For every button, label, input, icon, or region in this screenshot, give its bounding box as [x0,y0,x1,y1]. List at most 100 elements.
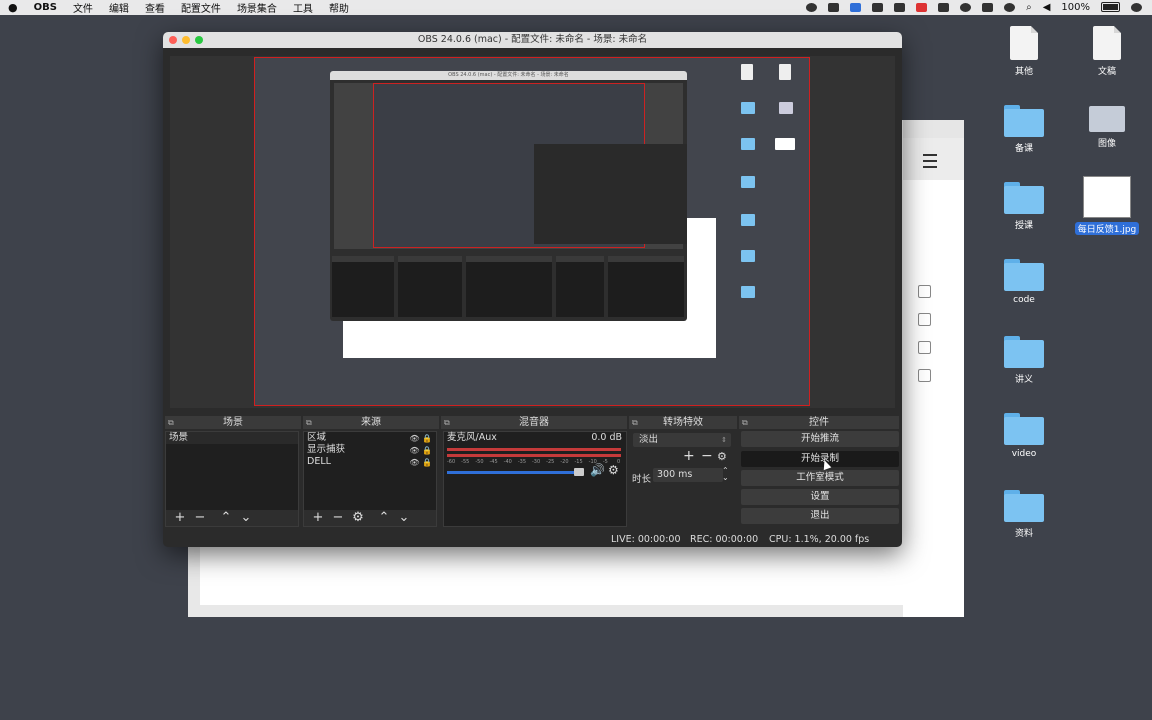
scene-item[interactable]: 场景 [166,432,298,444]
close-window-button[interactable] [169,36,177,44]
volume-slider-handle[interactable] [574,468,584,476]
status-icon-6[interactable] [916,2,928,13]
dock-undock-icon[interactable]: ⧉ [742,416,748,429]
status-icon-7[interactable] [938,2,950,13]
studio-mode-button[interactable]: 工作室模式 [741,470,899,486]
obs-titlebar[interactable]: OBS 24.0.6 (mac) - 配置文件: 未命名 - 场景: 未命名 [163,32,902,48]
transition-select[interactable]: 淡出 ⇕ [633,433,731,447]
open-external-icon[interactable] [918,341,931,354]
wifi-icon[interactable] [1004,2,1016,13]
plus-icon[interactable]: + [312,511,324,525]
menu-scene-collection[interactable]: 场景集合 [237,0,277,15]
downloads-folder-icon [1089,106,1125,132]
minus-icon[interactable]: − [701,448,713,464]
menu-profile[interactable]: 配置文件 [181,0,221,15]
dock-undock-icon[interactable]: ⧉ [306,416,312,429]
status-icon-9[interactable] [982,2,994,13]
minimize-window-button[interactable] [182,36,190,44]
status-icon-8[interactable] [960,2,972,13]
control-center-icon[interactable] [1131,2,1142,13]
open-external-icon[interactable] [918,369,931,382]
preview-canvas[interactable]: OBS 24.0.6 (mac) - 配置文件: 未命名 - 场景: 未命名 [254,57,810,406]
mixer-dock-header: ⧉ 混音器 [441,416,627,429]
mixer-channel-name: 麦克风/Aux [447,432,497,443]
speaker-icon[interactable]: 🔊 [590,463,605,477]
gear-icon[interactable]: ⚙ [608,463,619,477]
scenes-dock-header: ⧉ 场景 [165,416,301,429]
plus-icon[interactable]: + [174,511,186,525]
start-recording-button[interactable]: 开始录制 [741,451,899,467]
open-external-icon[interactable] [918,285,931,298]
dock-undock-icon[interactable]: ⧉ [444,416,450,429]
volume-icon[interactable]: ◀ [1043,2,1051,13]
mixer-panel: 麦克风/Aux 0.0 dB -60 -55 -50 -45 -40 -35 -30 -25-… [443,431,627,527]
exit-button[interactable]: 退出 [741,508,899,524]
status-icon-4[interactable] [872,2,884,13]
source-item[interactable]: DELL 👁 🔒 [304,456,436,468]
folder-icon [1004,413,1044,445]
background-window-header [903,138,964,180]
duration-input[interactable]: 300 ms [653,468,723,482]
status-icon-3[interactable] [850,2,862,13]
battery-icon[interactable] [1101,2,1120,13]
transitions-panel: 淡出 ⇕ + − ⚙ 时长 300 ms ⌃ ⌄ [629,431,733,525]
plus-icon[interactable]: + [683,448,695,464]
open-external-icon[interactable] [918,313,931,326]
preview-area[interactable]: OBS 24.0.6 (mac) - 配置文件: 未命名 - 场景: 未命名 [170,56,895,408]
chevron-down-icon[interactable]: ⌄ [240,511,252,525]
nested-titlebar: OBS 24.0.6 (mac) - 配置文件: 未命名 - 场景: 未命名 [330,71,687,80]
apple-menu-icon[interactable]: ● [8,1,18,14]
desktop-item[interactable]: 授课 [984,182,1064,231]
source-item[interactable]: 区域 👁 🔒 [304,432,436,444]
desktop-item[interactable]: 其他 [984,26,1064,77]
zoom-window-button[interactable] [195,36,203,44]
menu-view[interactable]: 查看 [145,0,165,15]
chevron-down-icon[interactable]: ⌄ [398,511,410,525]
desktop-item[interactable]: code [984,259,1064,305]
chevron-up-icon[interactable]: ⌃ [220,511,232,525]
desktop-item[interactable]: 备课 [984,105,1064,154]
source-item[interactable]: 显示捕获 👁 🔒 [304,444,436,456]
source-label: 区域 [307,432,327,443]
menu-file[interactable]: 文件 [73,0,93,15]
desktop-item[interactable]: video [984,413,1064,459]
window-title: OBS 24.0.6 (mac) - 配置文件: 未命名 - 场景: 未命名 [417,34,648,45]
start-streaming-button[interactable]: 开始推流 [741,431,899,447]
battery-percent: 100% [1061,2,1090,13]
mixer-level: 0.0 dB [591,432,622,443]
dock-undock-icon[interactable]: ⧉ [168,416,174,429]
status-icon-2[interactable] [828,2,840,13]
scenes-toolbar: + − ⌃ ⌄ [166,510,298,526]
menu-bar: ● OBS 文件 编辑 查看 配置文件 场景集合 工具 帮助 ⌕ ◀ 100% [0,0,1152,15]
gear-icon[interactable]: ⚙ [717,450,727,463]
live-status: LIVE: 00:00:00 [611,534,681,545]
minus-icon[interactable]: − [194,511,206,525]
duration-stepper-icon[interactable]: ⌃ ⌄ [722,467,729,482]
desktop-item[interactable]: 文稿 [1067,26,1147,77]
transitions-dock-header: ⧉ 转场特效 [629,416,737,429]
volume-slider[interactable] [447,471,577,474]
menu-help[interactable]: 帮助 [329,0,349,15]
minus-icon[interactable]: − [332,511,344,525]
nested-sources-dock [398,256,462,317]
dock-undock-icon[interactable]: ⧉ [632,416,638,429]
desktop-item[interactable]: 讲义 [984,336,1064,385]
menu-tools[interactable]: 工具 [293,0,313,15]
eye-lock-icons[interactable]: 👁 🔒 [409,457,432,469]
desktop-item[interactable]: 每日反馈1.jpg [1067,176,1147,235]
menu-app-name[interactable]: OBS [34,2,57,13]
folder-icon [1004,182,1044,214]
menu-hamburger-icon[interactable] [923,154,937,168]
nested-desktop-icons [733,64,803,324]
menu-edit[interactable]: 编辑 [109,0,129,15]
desktop-item[interactable]: 图像 [1067,106,1147,149]
meter-tick-label: -40 [503,459,512,465]
gear-icon[interactable]: ⚙ [352,511,364,525]
settings-button[interactable]: 设置 [741,489,899,505]
chevron-up-icon[interactable]: ⌃ [378,511,390,525]
search-icon[interactable]: ⌕ [1026,2,1032,13]
desktop-item[interactable]: 资料 [984,490,1064,539]
status-icon-5[interactable] [894,2,906,13]
nested-preview [334,83,687,249]
status-icon-1[interactable] [806,2,818,13]
